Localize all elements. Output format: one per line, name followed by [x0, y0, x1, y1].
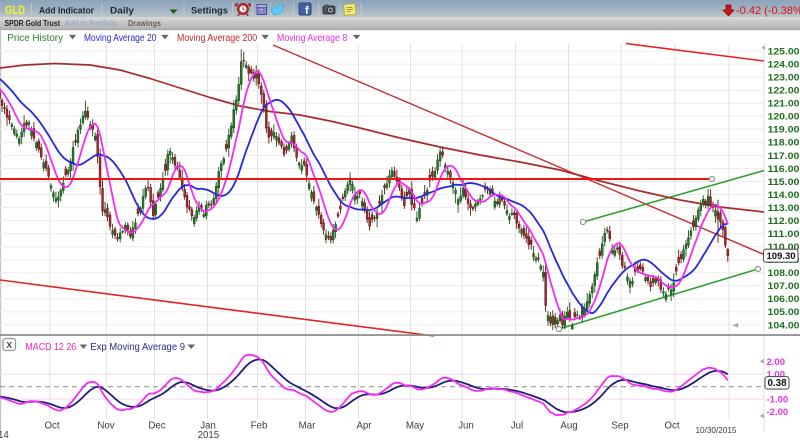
- svg-text:May: May: [406, 421, 424, 432]
- svg-text:Oct: Oct: [44, 421, 59, 432]
- svg-text:Moving Average 8: Moving Average 8: [277, 33, 347, 44]
- svg-text:123.00: 123.00: [768, 73, 800, 84]
- svg-text:Jun: Jun: [458, 421, 474, 432]
- svg-text:106.00: 106.00: [768, 294, 800, 305]
- svg-text:Sep: Sep: [611, 421, 628, 432]
- svg-text:2.00: 2.00: [767, 357, 786, 368]
- svg-text:Moving Average 200: Moving Average 200: [177, 33, 257, 44]
- svg-text:Nov: Nov: [97, 421, 114, 432]
- svg-text:113.00: 113.00: [768, 203, 800, 214]
- svg-text:116.00: 116.00: [768, 164, 800, 175]
- svg-text:Add to Portfolio: Add to Portfolio: [65, 18, 118, 28]
- svg-text:-2.00: -2.00: [767, 407, 789, 418]
- svg-text:104.00: 104.00: [768, 320, 800, 331]
- svg-text:125.00: 125.00: [768, 47, 800, 58]
- svg-text:Add Indicator: Add Indicator: [39, 6, 94, 17]
- svg-text:119.00: 119.00: [768, 125, 800, 136]
- svg-text:X: X: [6, 340, 12, 350]
- svg-text:Moving Average 20: Moving Average 20: [84, 33, 157, 44]
- svg-text:Apr: Apr: [356, 421, 372, 432]
- svg-text:Dec: Dec: [148, 421, 165, 432]
- svg-text:111.00: 111.00: [768, 229, 800, 240]
- svg-text:0.38: 0.38: [767, 378, 787, 389]
- svg-text:10/30/2015: 10/30/2015: [696, 426, 737, 435]
- svg-text:MACD 12 26: MACD 12 26: [25, 342, 76, 353]
- svg-text:122.00: 122.00: [768, 86, 800, 97]
- svg-text:114.00: 114.00: [768, 190, 800, 201]
- svg-text:Mar: Mar: [299, 421, 316, 432]
- svg-text:Jul: Jul: [511, 421, 523, 432]
- svg-text:Daily: Daily: [110, 6, 135, 17]
- svg-text:-0.42 (-0.38%): -0.42 (-0.38%): [736, 5, 800, 17]
- svg-text:124.00: 124.00: [768, 60, 800, 71]
- svg-text:GLD: GLD: [5, 5, 25, 17]
- svg-text:112.00: 112.00: [768, 216, 800, 227]
- svg-text:-1.00: -1.00: [767, 394, 789, 405]
- svg-text:105.00: 105.00: [768, 307, 800, 318]
- svg-text:Aug: Aug: [560, 421, 577, 432]
- svg-text:Drawings: Drawings: [128, 18, 161, 28]
- svg-text:Exp Moving Average 9: Exp Moving Average 9: [90, 342, 185, 353]
- svg-text:115.00: 115.00: [768, 177, 800, 188]
- svg-text:Price History: Price History: [7, 33, 63, 44]
- svg-text:107.00: 107.00: [768, 281, 800, 292]
- svg-text:Oct: Oct: [664, 421, 679, 432]
- svg-text:2015: 2015: [198, 430, 220, 440]
- svg-text:SPDR Gold Trust: SPDR Gold Trust: [5, 18, 61, 28]
- svg-text:108.00: 108.00: [768, 268, 800, 279]
- svg-text:121.00: 121.00: [768, 99, 800, 110]
- svg-text:120.00: 120.00: [768, 112, 800, 123]
- svg-text:Settings: Settings: [191, 6, 228, 17]
- svg-text:2014: 2014: [0, 430, 9, 440]
- svg-text:Feb: Feb: [251, 421, 268, 432]
- svg-text:f: f: [305, 5, 309, 17]
- svg-text:117.00: 117.00: [768, 151, 800, 162]
- svg-text:118.00: 118.00: [768, 138, 800, 149]
- svg-text:109.30: 109.30: [766, 251, 795, 262]
